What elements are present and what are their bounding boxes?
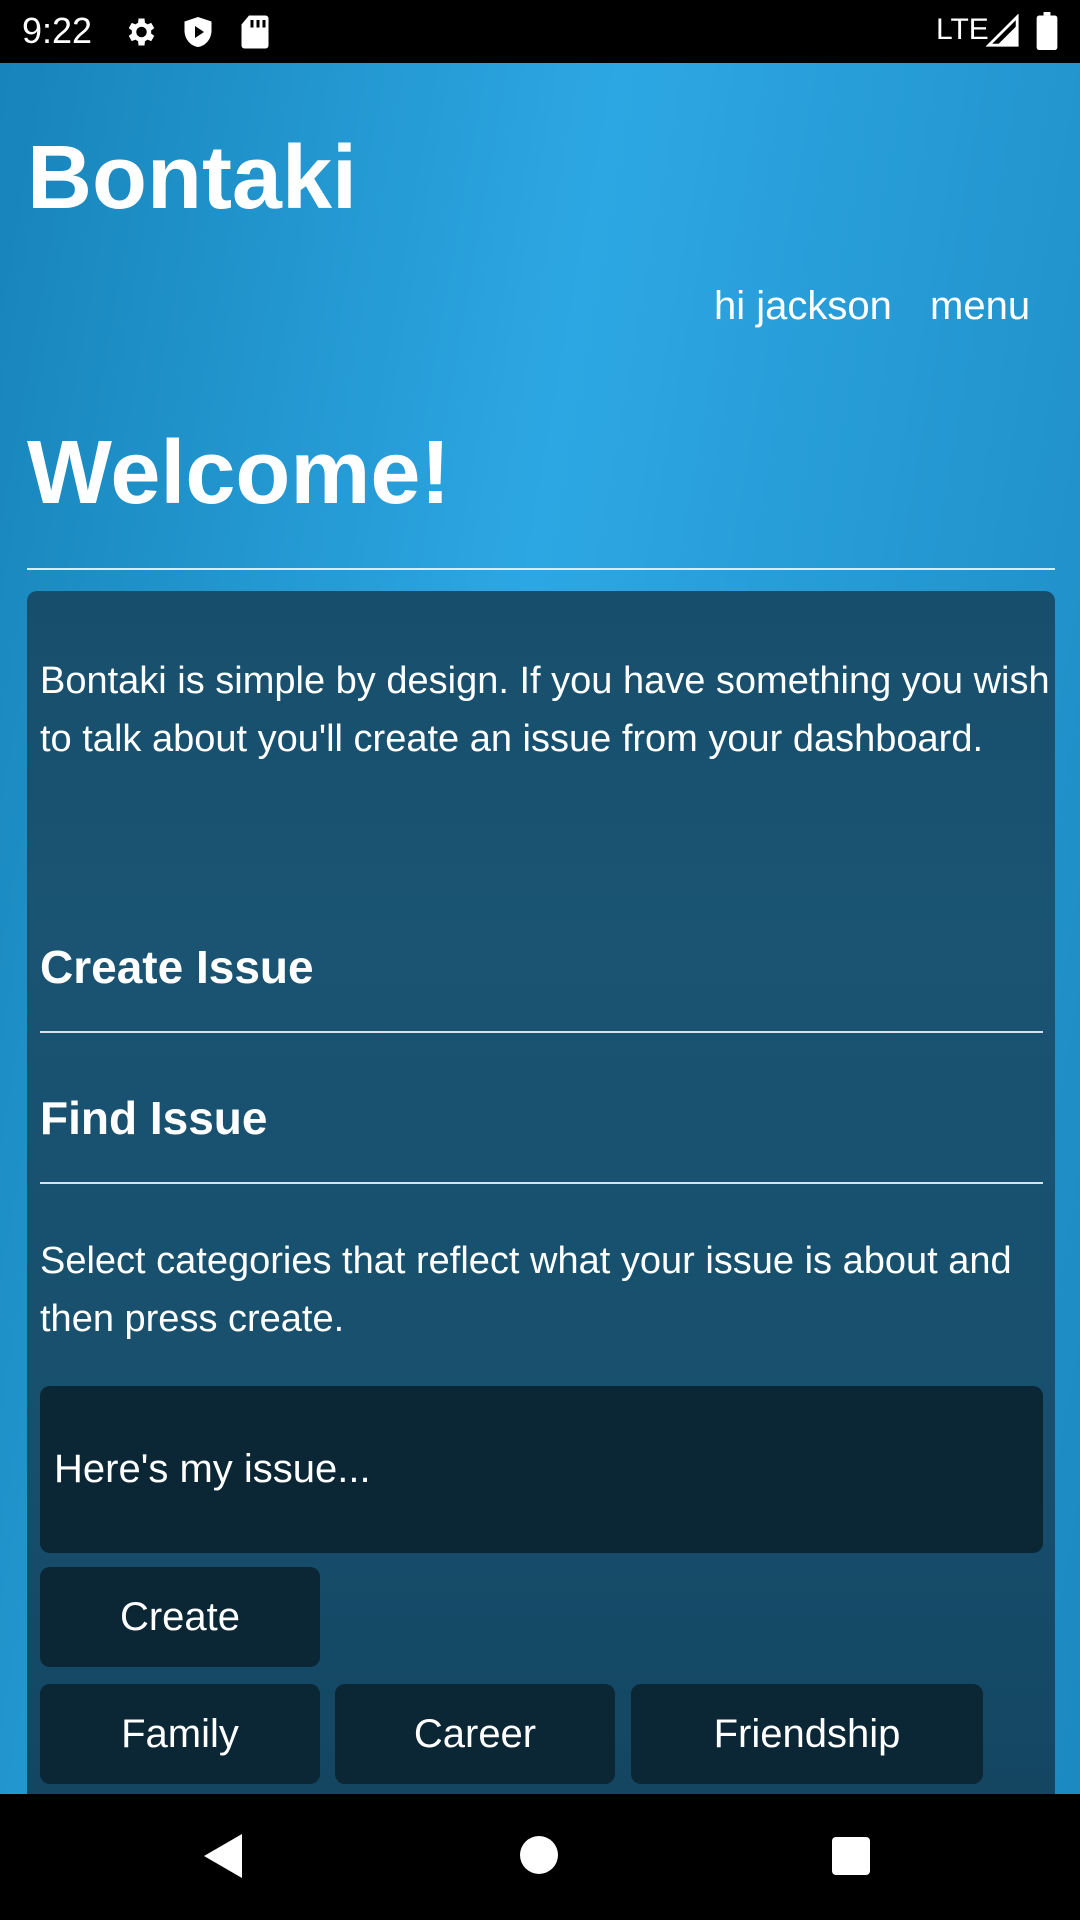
system-navigation-bar: [0, 1794, 1080, 1920]
category-family-button[interactable]: Family: [40, 1684, 320, 1784]
intro-text: Bontaki is simple by design. If you have…: [40, 660, 1050, 760]
greeting-link[interactable]: hi jackson: [714, 281, 892, 331]
menu-link[interactable]: menu: [930, 281, 1030, 331]
create-button[interactable]: Create: [40, 1567, 320, 1667]
page-title: Welcome!: [27, 423, 451, 523]
battery-icon: [1036, 12, 1058, 55]
issue-input[interactable]: [40, 1386, 1043, 1553]
gear-icon: [122, 14, 158, 55]
network-type: LTE: [936, 13, 989, 46]
welcome-card: Bontaki is simple by design. If you have…: [27, 591, 1055, 1794]
divider: [40, 1031, 1043, 1033]
create-issue-heading[interactable]: Create Issue: [40, 939, 314, 995]
divider: [40, 1182, 1043, 1184]
brand-logo[interactable]: Bontaki: [27, 128, 357, 228]
instructions-text: Select categories that reflect what your…: [40, 1240, 1012, 1340]
category-career-button[interactable]: Career: [335, 1684, 615, 1784]
status-bar: 9:22 LTE: [0, 0, 1080, 63]
back-triangle-icon[interactable]: [202, 1832, 246, 1885]
divider: [27, 568, 1055, 570]
find-issue-heading[interactable]: Find Issue: [40, 1090, 267, 1146]
category-friendship-button[interactable]: Friendship: [631, 1684, 983, 1784]
shield-play-icon: [180, 14, 216, 55]
home-circle-icon[interactable]: [518, 1834, 560, 1881]
sd-card-icon: [238, 14, 272, 55]
signal-icon: [985, 13, 1020, 53]
recents-square-icon[interactable]: [831, 1836, 871, 1881]
app-content: Bontaki hi jackson menu Welcome! Bontaki…: [0, 63, 1080, 1794]
status-time: 9:22: [22, 10, 93, 51]
